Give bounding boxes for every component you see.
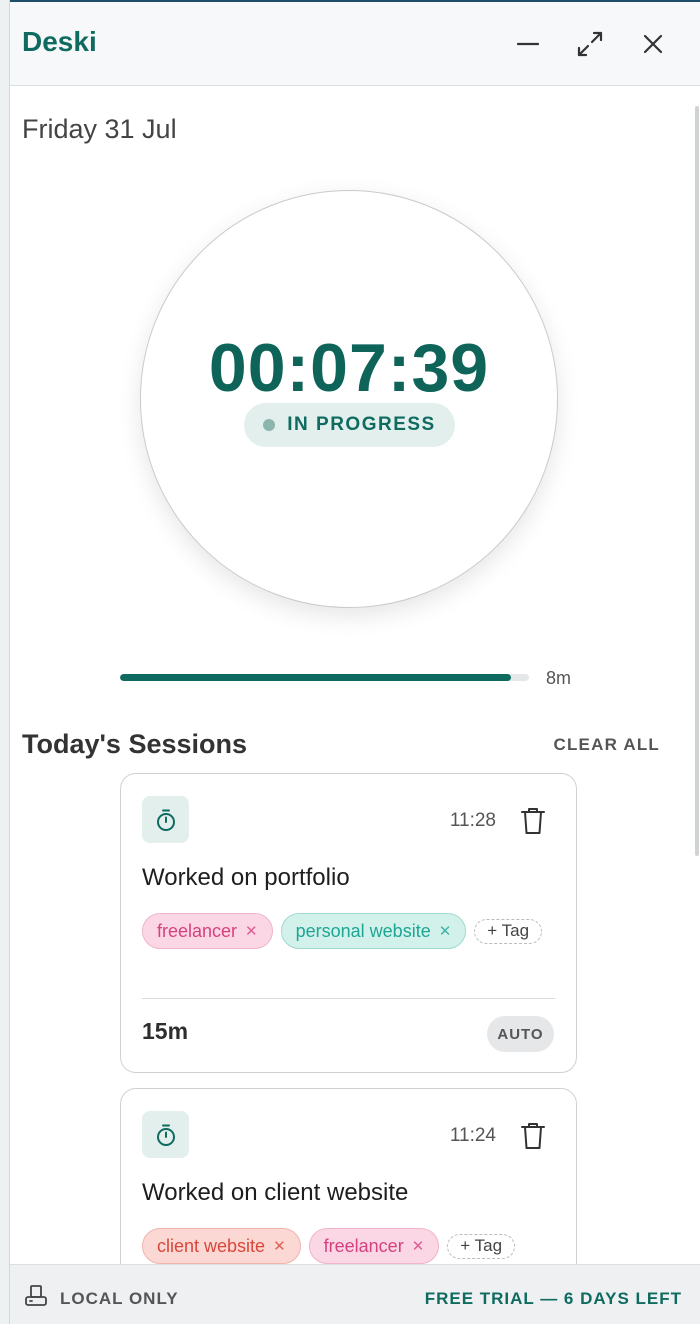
tag-label: freelancer [323,1235,404,1256]
scrollbar-thumb[interactable] [695,106,699,856]
timer-circle: 00:07:39 IN PROGRESS [140,190,558,608]
local-storage-icon [25,1285,47,1306]
tag-label: freelancer [157,920,238,941]
goal-progress-label: 8m [546,668,572,688]
tag-list: client website ✕ freelancer ✕ + Tag [142,1228,562,1264]
close-icon [643,34,663,54]
session-type-badge [142,1111,189,1158]
remove-tag-icon[interactable]: ✕ [412,1237,425,1255]
background-window-edge [0,0,10,1324]
timer-value: 00:07:39 [208,330,490,406]
remove-tag-icon[interactable]: ✕ [439,922,452,940]
tag-chip[interactable]: freelancer ✕ [142,913,273,949]
session-time: 11:28 [449,810,496,831]
session-card: 11:28 Worked on portfolio freelancer ✕ p… [120,773,577,1073]
session-time: 11:24 [449,1125,496,1146]
goal-progress-fill [120,674,511,681]
delete-session-button[interactable] [520,806,546,836]
app-window: Deski Friday 31 Jul 00:07:39 IN PROGRESS… [10,2,700,1324]
minimize-icon [516,42,540,46]
close-button[interactable] [633,24,673,64]
current-date: Friday 31 Jul [22,114,177,144]
maximize-button[interactable] [570,24,610,64]
tag-chip[interactable]: client website ✕ [142,1228,301,1264]
app-title: Deski [22,26,97,57]
add-tag-button[interactable]: + Tag [474,918,543,944]
title-bar: Deski [10,2,700,86]
goal-progress-bar [120,674,529,681]
trial-status-link[interactable]: FREE TRIAL — 6 DAYS LEFT [425,1289,682,1309]
remove-tag-icon[interactable]: ✕ [273,1237,286,1255]
stopwatch-icon [156,809,175,831]
session-title: Worked on portfolio [142,864,350,891]
status-text: IN PROGRESS [287,414,436,435]
sessions-heading: Today's Sessions [22,729,248,759]
status-badge: IN PROGRESS [244,403,455,447]
tag-label: personal website [295,920,431,941]
stopwatch-icon [156,1124,175,1146]
scrollbar[interactable] [694,86,700,1262]
card-divider [142,998,555,999]
session-type-badge [142,796,189,843]
tag-label: client website [157,1235,266,1256]
tag-chip[interactable]: freelancer ✕ [308,1228,440,1264]
status-footer: LOCAL ONLY FREE TRIAL — 6 DAYS LEFT [10,1264,700,1324]
session-duration: 15m [142,1018,189,1044]
expand-icon [577,31,603,57]
status-dot-icon [263,419,276,431]
remove-tag-icon[interactable]: ✕ [245,922,258,940]
auto-badge: AUTO [487,1016,554,1052]
session-title: Worked on client website [142,1179,409,1206]
storage-mode-label: LOCAL ONLY [60,1289,179,1308]
minimize-button[interactable] [508,24,548,64]
tag-list: freelancer ✕ personal website ✕ + Tag [142,913,562,949]
tag-chip[interactable]: personal website ✕ [280,913,467,949]
clear-all-button[interactable]: CLEAR ALL [554,735,661,755]
delete-session-button[interactable] [520,1121,546,1151]
add-tag-button[interactable]: + Tag [447,1233,516,1259]
